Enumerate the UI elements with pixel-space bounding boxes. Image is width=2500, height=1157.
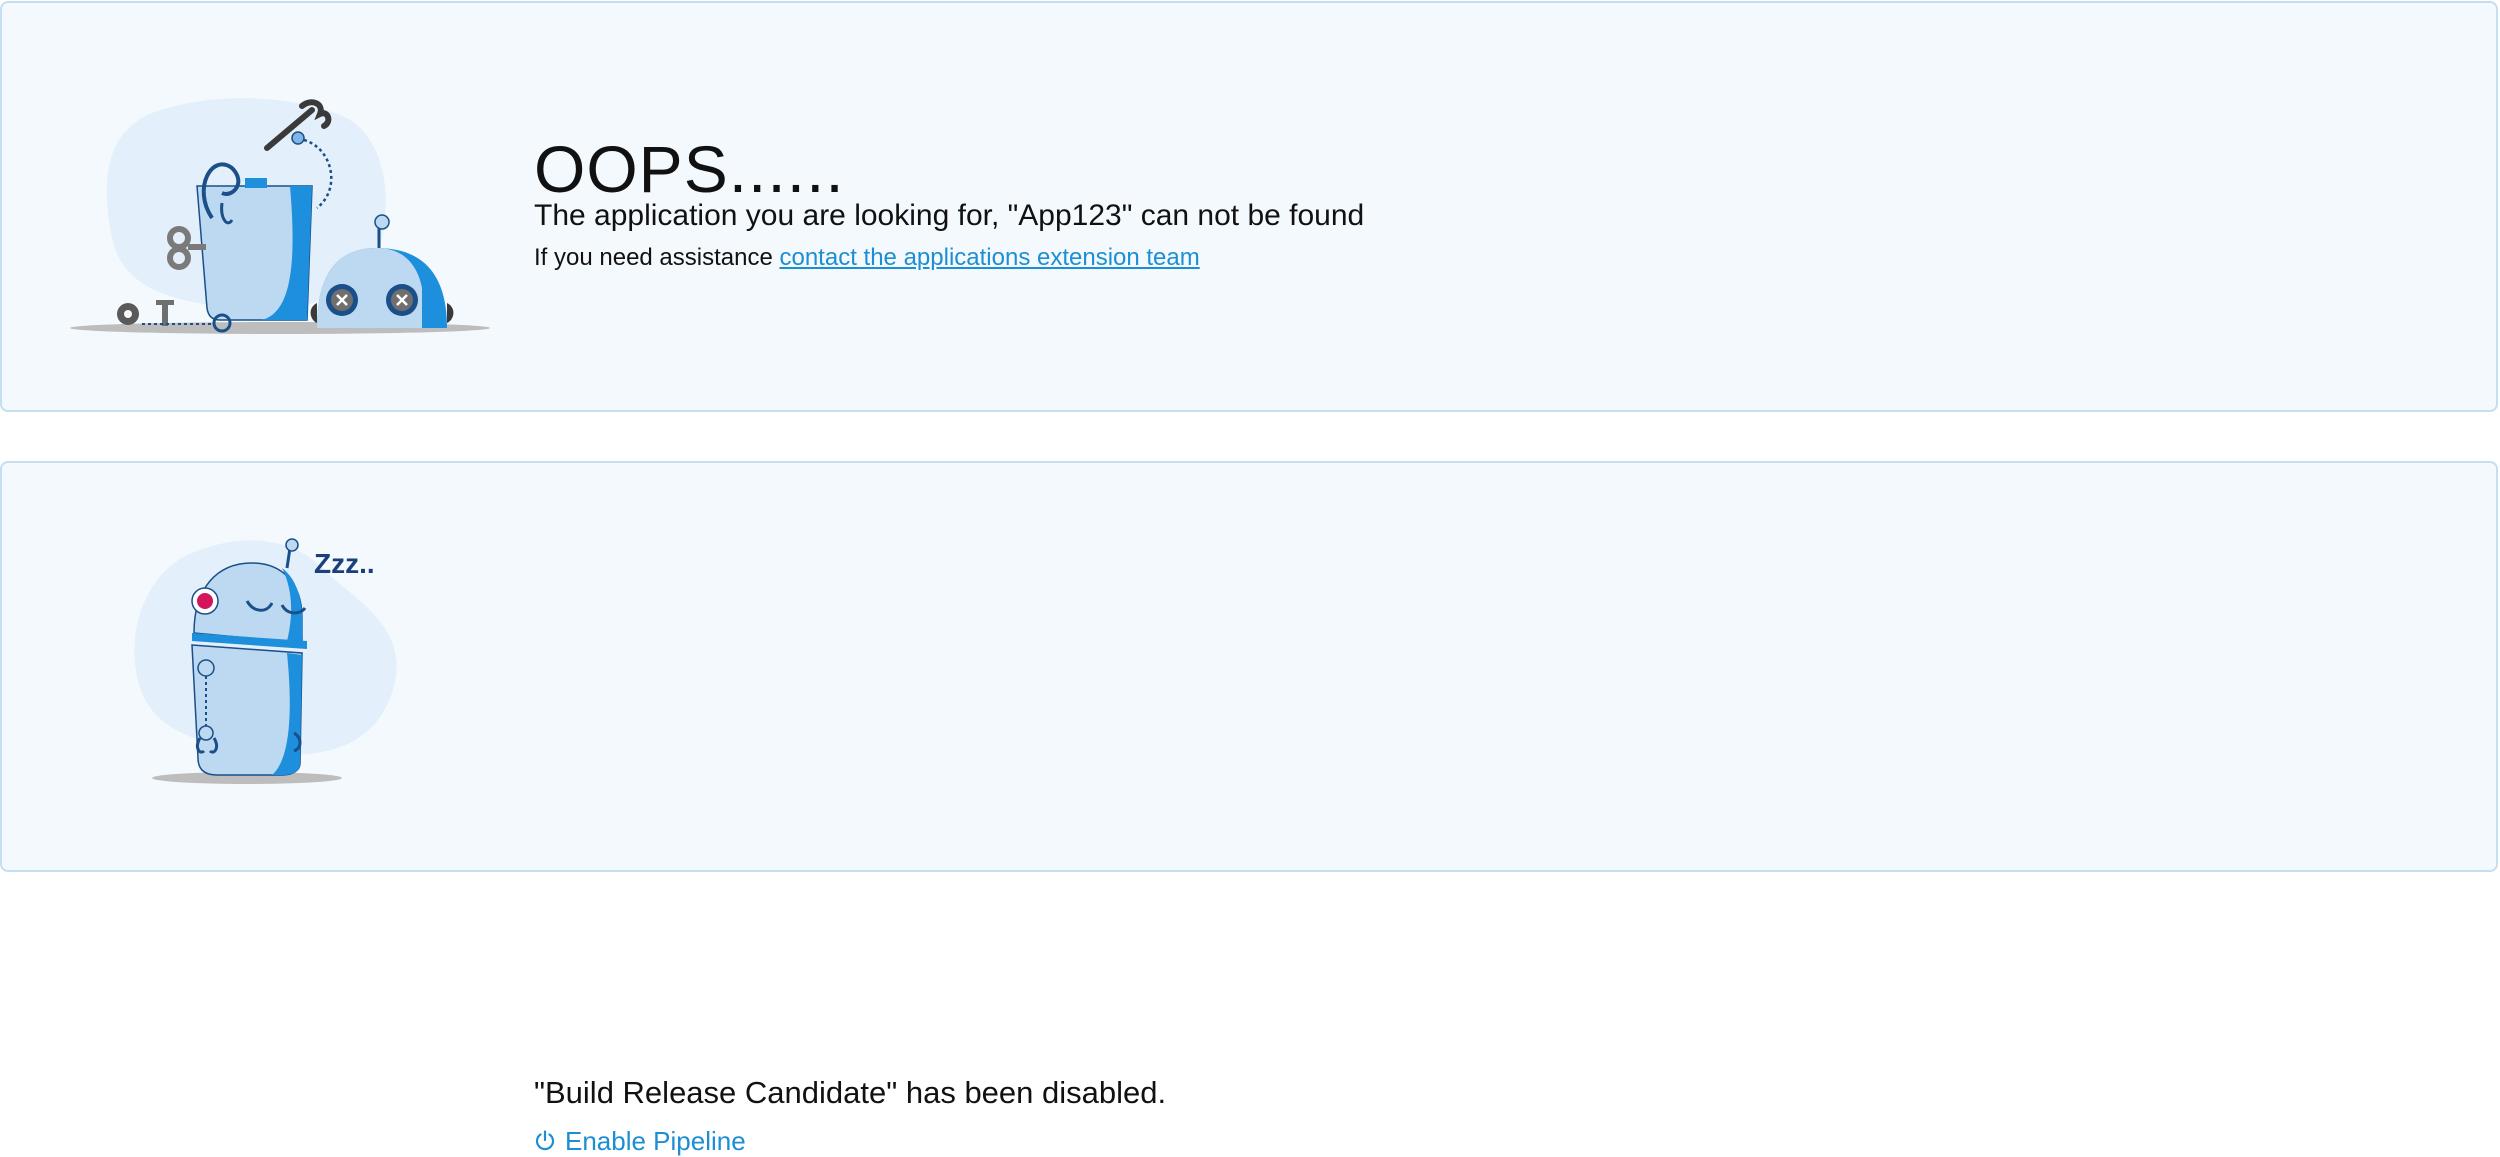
not-found-panel: OOPS...... The application you are looki… [0, 1, 2498, 412]
oops-title: OOPS...... [534, 132, 845, 206]
pipeline-disabled-message: "Build Release Candidate" has been disab… [534, 1075, 1167, 1110]
sleeping-robot-icon: Zzz.. [134, 538, 397, 784]
not-found-message: The application you are looking for, "Ap… [534, 199, 1365, 232]
assistance-line: If you need assistance contact the appli… [534, 243, 1200, 273]
pipeline-disabled-panel: Zzz.. "Build Release Candidate" has been… [0, 461, 2498, 1156]
contact-team-link[interactable]: contact the applications extension team [779, 244, 1199, 271]
sleep-text: Zzz.. [314, 548, 375, 579]
enable-pipeline-label: Enable Pipeline [565, 1125, 746, 1156]
power-icon [533, 1129, 557, 1153]
enable-pipeline-button[interactable]: Enable Pipeline [533, 1125, 746, 1157]
assistance-prefix: If you need assistance [534, 244, 780, 271]
broken-robot-icon [70, 98, 490, 334]
